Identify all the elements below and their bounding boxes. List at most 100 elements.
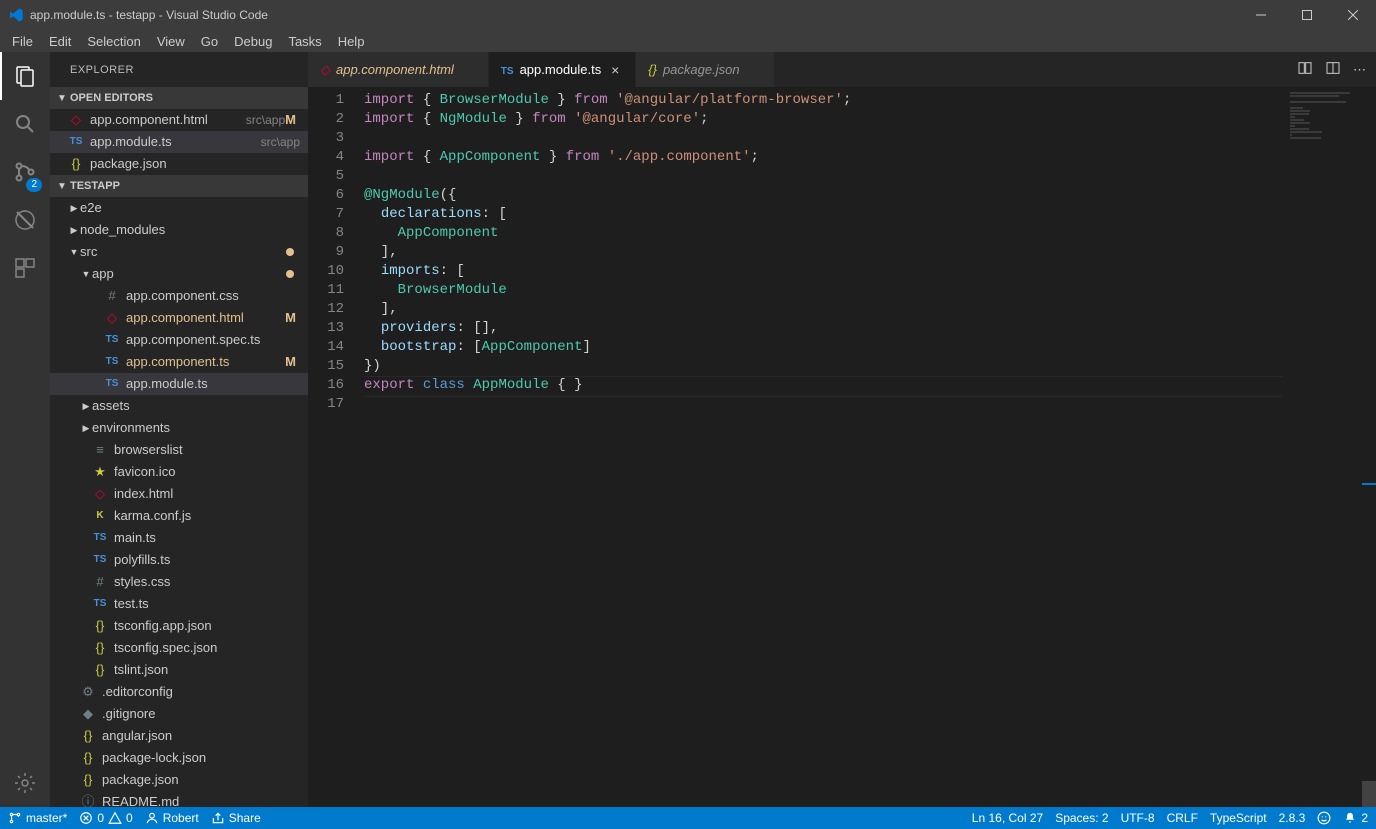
user-icon — [145, 811, 159, 825]
section-open-editors[interactable]: ▼ OPEN EDITORS — [50, 87, 308, 109]
open-editor-item[interactable]: ◇app.component.htmlsrc\appM — [50, 109, 308, 131]
file-item[interactable]: ⚙.editorconfig — [50, 681, 308, 703]
menu-help[interactable]: Help — [330, 30, 373, 52]
ts-icon: TS — [68, 131, 84, 153]
menu-file[interactable]: File — [4, 30, 41, 52]
open-editor-item[interactable]: TSapp.module.tssrc\app — [50, 131, 308, 153]
status-user[interactable]: Robert — [145, 811, 199, 825]
activity-explorer[interactable] — [0, 52, 50, 100]
modified-indicator: M — [285, 351, 300, 373]
folder-item[interactable]: ▶assets — [50, 395, 308, 417]
tree-label: app.component.html — [126, 307, 285, 329]
gear-icon: ⚙ — [80, 681, 96, 703]
file-item[interactable]: {}package.json — [50, 769, 308, 791]
file-label: app.component.html — [90, 109, 240, 131]
main-area: 2 EXPLORER ▼ OPEN EDITORS ◇app.component… — [0, 52, 1376, 807]
section-project[interactable]: ▼ TESTAPP — [50, 175, 308, 197]
folder-item[interactable]: ▼app — [50, 263, 308, 285]
menu-debug[interactable]: Debug — [226, 30, 280, 52]
menu-view[interactable]: View — [149, 30, 193, 52]
close-button[interactable] — [1330, 0, 1376, 30]
activity-settings[interactable] — [0, 759, 50, 807]
sidebar-title: EXPLORER — [50, 52, 308, 87]
file-item[interactable]: ◇app.component.htmlM — [50, 307, 308, 329]
file-label: package.json — [90, 153, 300, 175]
file-item[interactable]: TSapp.module.ts — [50, 373, 308, 395]
file-item[interactable]: #styles.css — [50, 571, 308, 593]
minimap[interactable] — [1282, 87, 1362, 807]
status-eol[interactable]: CRLF — [1167, 811, 1198, 825]
editor-tabs: ◇app.component.html×TSapp.module.ts×{}pa… — [308, 52, 1376, 87]
status-language[interactable]: TypeScript — [1210, 811, 1267, 825]
tree-label: app — [92, 263, 286, 285]
tree-label: README.md — [102, 791, 300, 807]
file-item[interactable]: ◇index.html — [50, 483, 308, 505]
file-item[interactable]: {}angular.json — [50, 725, 308, 747]
activity-debug[interactable] — [0, 196, 50, 244]
menu-go[interactable]: Go — [193, 30, 226, 52]
folder-item[interactable]: ▶node_modules — [50, 219, 308, 241]
file-item[interactable]: Kkarma.conf.js — [50, 505, 308, 527]
code-area[interactable]: import { BrowserModule } from '@angular/… — [364, 87, 1282, 807]
file-item[interactable]: ◆.gitignore — [50, 703, 308, 725]
editor-tab[interactable]: TSapp.module.ts× — [489, 52, 636, 87]
editor-tab[interactable]: {}package.json× — [636, 52, 774, 87]
file-item[interactable]: ⓘREADME.md — [50, 791, 308, 807]
line-gutter: 1234567891011121314151617 — [308, 87, 364, 807]
file-item[interactable]: TSpolyfills.ts — [50, 549, 308, 571]
tree-label: app.component.css — [126, 285, 300, 307]
file-item[interactable]: {}tsconfig.spec.json — [50, 637, 308, 659]
file-item[interactable]: {}tsconfig.app.json — [50, 615, 308, 637]
activity-extensions[interactable] — [0, 244, 50, 292]
status-share[interactable]: Share — [211, 811, 261, 825]
open-editor-item[interactable]: {}package.json — [50, 153, 308, 175]
activity-source-control[interactable]: 2 — [0, 148, 50, 196]
scrollbar-thumb[interactable] — [1362, 781, 1376, 807]
activity-search[interactable] — [0, 100, 50, 148]
status-notifications[interactable]: 2 — [1343, 811, 1368, 825]
tab-close-icon[interactable]: × — [607, 62, 623, 78]
file-item[interactable]: TSapp.component.tsM — [50, 351, 308, 373]
warning-icon — [108, 811, 122, 825]
status-branch[interactable]: master* — [8, 811, 67, 825]
editor-tab[interactable]: ◇app.component.html× — [308, 52, 489, 87]
menu-tasks[interactable]: Tasks — [280, 30, 329, 52]
chevron-icon: ▼ — [80, 263, 92, 285]
status-indentation[interactable]: Spaces: 2 — [1055, 811, 1108, 825]
folder-item[interactable]: ▼src — [50, 241, 308, 263]
sidebar: EXPLORER ▼ OPEN EDITORS ◇app.component.h… — [50, 52, 308, 807]
file-path: src\app — [246, 109, 285, 131]
status-encoding[interactable]: UTF-8 — [1121, 811, 1155, 825]
file-item[interactable]: ≡browserslist — [50, 439, 308, 461]
folder-item[interactable]: ▶e2e — [50, 197, 308, 219]
tree-label: src — [80, 241, 286, 263]
git-icon: ◆ — [80, 703, 96, 725]
status-position[interactable]: Ln 16, Col 27 — [972, 811, 1043, 825]
tree-label: app.component.spec.ts — [126, 329, 300, 351]
status-feedback[interactable] — [1317, 811, 1331, 825]
js-icon: K — [92, 505, 108, 527]
json-icon: {} — [80, 747, 96, 769]
file-item[interactable]: ★favicon.ico — [50, 461, 308, 483]
compare-changes-icon[interactable] — [1297, 60, 1313, 79]
maximize-button[interactable] — [1284, 0, 1330, 30]
menu-selection[interactable]: Selection — [79, 30, 148, 52]
minimize-button[interactable] — [1238, 0, 1284, 30]
file-item[interactable]: {}package-lock.json — [50, 747, 308, 769]
editor[interactable]: 1234567891011121314151617 import { Brows… — [308, 87, 1376, 807]
more-actions-icon[interactable]: ⋯ — [1353, 62, 1366, 78]
split-editor-icon[interactable] — [1325, 60, 1341, 79]
file-path: src\app — [261, 131, 300, 153]
file-item[interactable]: TSmain.ts — [50, 527, 308, 549]
chevron-icon: ▶ — [68, 197, 80, 219]
file-item[interactable]: TStest.ts — [50, 593, 308, 615]
json-icon: {} — [648, 62, 657, 77]
status-tsversion[interactable]: 2.8.3 — [1279, 811, 1306, 825]
status-problems[interactable]: 0 0 — [79, 811, 132, 825]
folder-item[interactable]: ▶environments — [50, 417, 308, 439]
file-item[interactable]: #app.component.css — [50, 285, 308, 307]
file-item[interactable]: TSapp.component.spec.ts — [50, 329, 308, 351]
vertical-scrollbar[interactable] — [1362, 87, 1376, 807]
menu-edit[interactable]: Edit — [41, 30, 79, 52]
file-item[interactable]: {}tslint.json — [50, 659, 308, 681]
